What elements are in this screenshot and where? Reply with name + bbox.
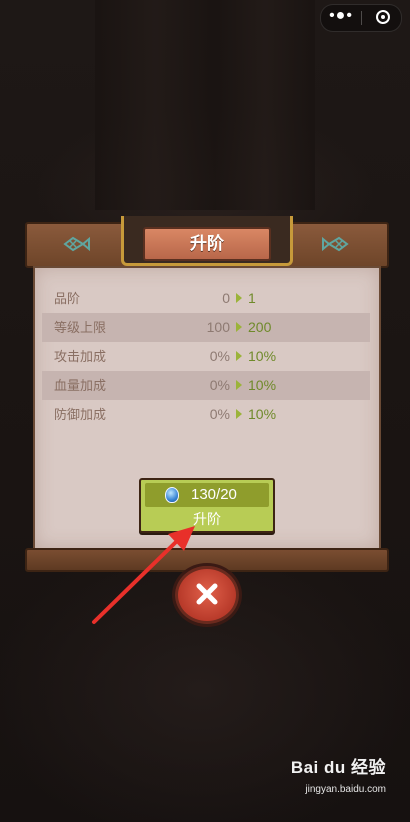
- arrow-right-icon: [236, 380, 242, 390]
- target-circle-icon[interactable]: [376, 10, 390, 24]
- close-button[interactable]: [175, 566, 239, 624]
- watermark-logo: Bai du 经验: [290, 758, 386, 777]
- upgrade-button[interactable]: 130/20 升阶: [139, 478, 275, 533]
- stat-current: 0%: [209, 377, 230, 393]
- stat-label: 等级上限: [54, 320, 107, 335]
- more-menu-button[interactable]: •●•: [321, 5, 361, 31]
- upgrade-button-label: 升阶: [193, 511, 221, 527]
- stat-next: 10%: [248, 377, 277, 393]
- stat-row: 品阶 0 1: [42, 284, 370, 313]
- upgrade-cost-value: 130/20: [191, 486, 237, 503]
- panel-title: 升阶: [143, 227, 271, 261]
- stat-label: 血量加成: [54, 378, 107, 393]
- blue-gem-icon: [165, 487, 179, 503]
- stat-current: 0: [222, 290, 230, 306]
- stat-label: 防御加成: [54, 407, 107, 422]
- stat-next: 200: [248, 319, 272, 335]
- upgrade-cost: 130/20: [145, 483, 269, 507]
- close-x-icon: [196, 583, 218, 605]
- fish-ornament-icon: [322, 236, 349, 252]
- stat-next: 10%: [248, 348, 277, 364]
- stat-next: 1: [248, 290, 256, 306]
- mini-program-capsule: •●•: [320, 4, 402, 32]
- stat-next: 10%: [248, 406, 277, 422]
- stat-current: 0%: [209, 348, 230, 364]
- stat-current: 100: [206, 319, 230, 335]
- background-wall: [95, 0, 215, 210]
- arrow-right-icon: [236, 351, 242, 361]
- arrow-right-icon: [236, 293, 242, 303]
- stat-row: 血量加成 0% 10%: [42, 371, 370, 400]
- stat-row: 攻击加成 0% 10%: [42, 342, 370, 371]
- stats-table: 品阶 0 1 等级上限 100 200 攻击加成 0% 10% 血量加成 0% …: [42, 284, 370, 429]
- stat-label: 攻击加成: [54, 349, 107, 364]
- watermark-url: jingyan.baidu.com: [305, 784, 386, 795]
- stat-label: 品阶: [54, 291, 81, 306]
- stat-row: 防御加成 0% 10%: [42, 400, 370, 429]
- background-wall: [215, 0, 315, 210]
- arrow-right-icon: [236, 409, 242, 419]
- capsule-divider: [361, 11, 362, 25]
- fish-ornament-icon: [63, 236, 90, 252]
- stat-row: 等级上限 100 200: [42, 313, 370, 342]
- arrow-right-icon: [236, 322, 242, 332]
- stat-current: 0%: [209, 406, 230, 422]
- baidu-jingyan-watermark: Bai du 经验 jingyan.baidu.com: [290, 756, 386, 804]
